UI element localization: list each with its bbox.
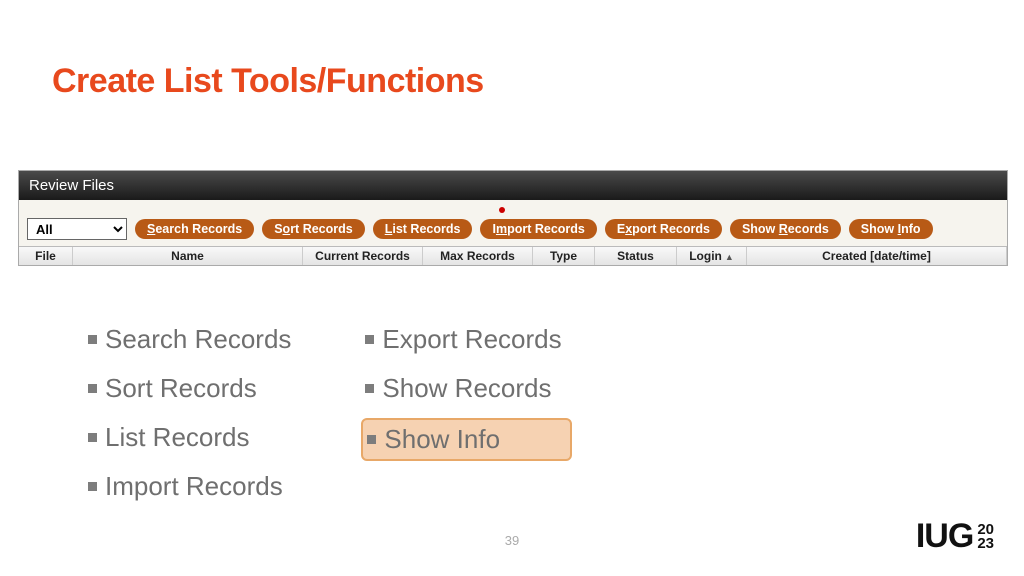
list-item: Sort Records	[84, 369, 301, 408]
col-header-max[interactable]: Max Records	[423, 247, 533, 265]
toolbar-button[interactable]: List Records	[373, 219, 473, 239]
square-bullet-icon	[88, 482, 97, 491]
list-item-label: Search Records	[105, 324, 291, 355]
toolbar-button[interactable]: Show Records	[730, 219, 841, 239]
square-bullet-icon	[88, 433, 97, 442]
validation-dot-icon	[499, 207, 505, 213]
toolbar-button[interactable]: Show Info	[849, 219, 933, 239]
square-bullet-icon	[88, 384, 97, 393]
col-header-created[interactable]: Created [date/time]	[747, 247, 1007, 265]
toolbar-button[interactable]: Search Records	[135, 219, 254, 239]
square-bullet-icon	[367, 435, 376, 444]
toolbar-button[interactable]: Import Records	[480, 219, 596, 239]
square-bullet-icon	[88, 335, 97, 344]
col-header-status[interactable]: Status	[595, 247, 677, 265]
iug-logo: IUG 20 23	[916, 517, 994, 556]
toolbar-button[interactable]: Export Records	[605, 219, 722, 239]
col-header-type[interactable]: Type	[533, 247, 595, 265]
col-header-file[interactable]: File	[19, 247, 73, 265]
list-item-label: Sort Records	[105, 373, 257, 404]
window-titlebar: Review Files	[19, 171, 1007, 200]
slide-title: Create List Tools/Functions	[52, 62, 484, 101]
list-item-label: Show Records	[382, 373, 551, 404]
table-header-row: File Name Current Records Max Records Ty…	[19, 246, 1007, 265]
col-header-name[interactable]: Name	[73, 247, 303, 265]
toolbar-button[interactable]: Sort Records	[262, 219, 365, 239]
toolbar-gap	[19, 200, 1007, 214]
list-item-label: List Records	[105, 422, 250, 453]
logo-text: IUG	[916, 517, 973, 556]
toolbar: All Search Records Sort Records List Recor…	[19, 214, 1007, 246]
list-item-label: Show Info	[384, 424, 500, 455]
square-bullet-icon	[365, 384, 374, 393]
list-item-label: Import Records	[105, 471, 283, 502]
logo-year: 20 23	[977, 523, 994, 550]
square-bullet-icon	[365, 335, 374, 344]
list-item: Import Records	[84, 467, 301, 506]
list-item: Show Info	[361, 418, 571, 461]
sort-asc-icon: ▲	[725, 252, 734, 262]
col-header-login[interactable]: Login▲	[677, 247, 747, 265]
filter-select[interactable]: All	[27, 218, 127, 240]
list-item: List Records	[84, 418, 301, 457]
bullet-content: Search Records Sort Records List Records Im…	[84, 320, 934, 506]
list-item-label: Export Records	[382, 324, 561, 355]
list-item: Show Records	[361, 369, 571, 408]
app-screenshot-panel: Review Files All Search Records Sort Reco…	[18, 170, 1008, 266]
col-header-current[interactable]: Current Records	[303, 247, 423, 265]
list-item: Export Records	[361, 320, 571, 359]
page-number: 39	[505, 533, 519, 548]
list-item: Search Records	[84, 320, 301, 359]
